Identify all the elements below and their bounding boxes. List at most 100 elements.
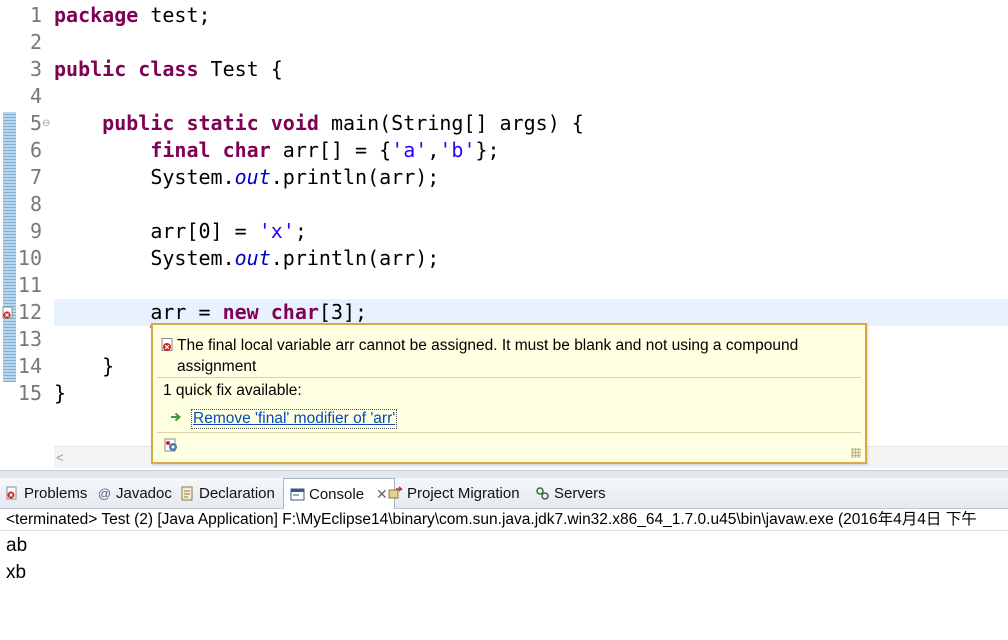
error-token: arr	[150, 300, 187, 324]
scroll-left-icon[interactable]: <	[56, 450, 64, 465]
tab-label: Console	[309, 486, 365, 503]
code-token: main(String[] args) {	[318, 111, 584, 135]
code-token: new	[222, 300, 259, 324]
line-number: 5	[29, 111, 42, 135]
panel-tab-bar: Problems @ Javadoc Declaration Console ✕…	[0, 478, 1008, 510]
divider	[157, 377, 861, 378]
tab-servers[interactable]: Servers	[535, 478, 606, 509]
code-line[interactable]: }	[54, 380, 66, 407]
tab-javadoc[interactable]: @ Javadoc	[97, 478, 172, 509]
code-token: ,	[427, 138, 440, 162]
remove-final-modifier-link[interactable]: Remove 'final' modifier of 'arr'	[191, 409, 398, 429]
line-number: 3	[29, 57, 42, 81]
console-output-line: xb	[6, 562, 27, 583]
code-line[interactable]: }	[54, 353, 114, 380]
code-token: public	[102, 111, 175, 135]
tab-console[interactable]: Console ✕	[283, 478, 395, 510]
line-number: 11	[17, 273, 42, 297]
code-token: 'b'	[439, 138, 476, 162]
tab-label: Declaration	[199, 485, 275, 502]
error-icon	[161, 338, 173, 351]
code-token: test;	[138, 3, 211, 27]
declaration-icon	[181, 486, 193, 501]
line-number: 6	[29, 138, 42, 162]
line-number: 8	[29, 192, 42, 216]
quick-fix-settings-icon[interactable]	[163, 437, 179, 453]
code-line[interactable]: System.out.println(arr);	[54, 164, 439, 191]
line-number: 9	[29, 219, 42, 243]
code-token: Test {	[198, 57, 283, 81]
fold-toggle-icon[interactable]: ⊖	[42, 110, 50, 137]
javadoc-icon: @	[97, 486, 112, 501]
code-token: out	[234, 246, 271, 270]
close-icon[interactable]: ✕	[376, 486, 388, 503]
code-token: }	[54, 354, 115, 378]
line-number: 7	[29, 165, 42, 189]
divider	[157, 432, 861, 433]
code-token: public	[54, 57, 127, 81]
line-number: 1	[29, 3, 42, 27]
code-token: =	[186, 300, 223, 324]
code-token: 'a'	[391, 138, 428, 162]
line-number: 4	[29, 84, 42, 108]
tab-problems[interactable]: Problems	[5, 478, 87, 509]
line-number: 12	[17, 300, 42, 324]
green-arrow-icon	[171, 412, 182, 422]
code-token: System.	[54, 165, 235, 189]
line-number: 10	[17, 246, 42, 270]
code-line[interactable]: System.out.println(arr);	[54, 245, 439, 272]
code-token: .println(arr);	[270, 165, 440, 189]
code-token: class	[138, 57, 199, 81]
tab-label: Javadoc	[116, 485, 172, 502]
tab-declaration[interactable]: Declaration	[180, 478, 275, 509]
line-number: 13	[17, 327, 42, 351]
console-icon	[290, 488, 305, 501]
code-token: arr[] = {	[270, 138, 392, 162]
console-output-line: ab	[6, 535, 28, 556]
error-marker-icon[interactable]	[2, 306, 14, 320]
code-token: arr[0] =	[54, 219, 259, 243]
code-token: .println(arr);	[270, 246, 440, 270]
problems-icon	[6, 486, 17, 500]
line-number: 2	[29, 30, 42, 54]
code-token: out	[234, 165, 271, 189]
quick-fix-popup: The final local variable arr cannot be a…	[151, 323, 867, 464]
resize-grip[interactable]	[851, 448, 861, 458]
sash[interactable]	[0, 470, 1008, 478]
line-number: 15	[17, 381, 42, 405]
code-token: static	[186, 111, 259, 135]
servers-icon	[536, 487, 549, 500]
code-line[interactable]: public static void main(String[] args) {	[54, 110, 584, 137]
code-token: ;	[294, 219, 307, 243]
tab-project-migration[interactable]: Project Migration	[388, 478, 520, 509]
code-token: char	[222, 138, 271, 162]
code-line[interactable]: arr[0] = 'x';	[54, 218, 307, 245]
tab-label: Servers	[554, 485, 606, 502]
code-token: void	[270, 111, 319, 135]
code-token: [3];	[318, 300, 368, 324]
code-token: char	[270, 300, 319, 324]
project-migration-icon	[388, 486, 403, 499]
code-token: final	[150, 138, 211, 162]
console-process-label: <terminated> Test (2) [Java Application]…	[0, 509, 1008, 531]
quick-fix-count: 1 quick fix available:	[163, 382, 302, 399]
code-line[interactable]: package test;	[54, 2, 211, 29]
error-message: The final local variable arr cannot be a…	[177, 337, 799, 375]
line-number: 14	[17, 354, 42, 378]
code-line[interactable]: public class Test {	[54, 56, 283, 83]
code-token: System.	[54, 246, 235, 270]
tab-label: Problems	[24, 485, 88, 502]
code-line[interactable]: final char arr[] = {'a','b'};	[54, 137, 499, 164]
tab-label: Project Migration	[407, 485, 520, 502]
code-token: package	[54, 3, 139, 27]
code-token: }	[54, 381, 67, 405]
code-line[interactable]: arr = new char[3];	[54, 299, 367, 326]
